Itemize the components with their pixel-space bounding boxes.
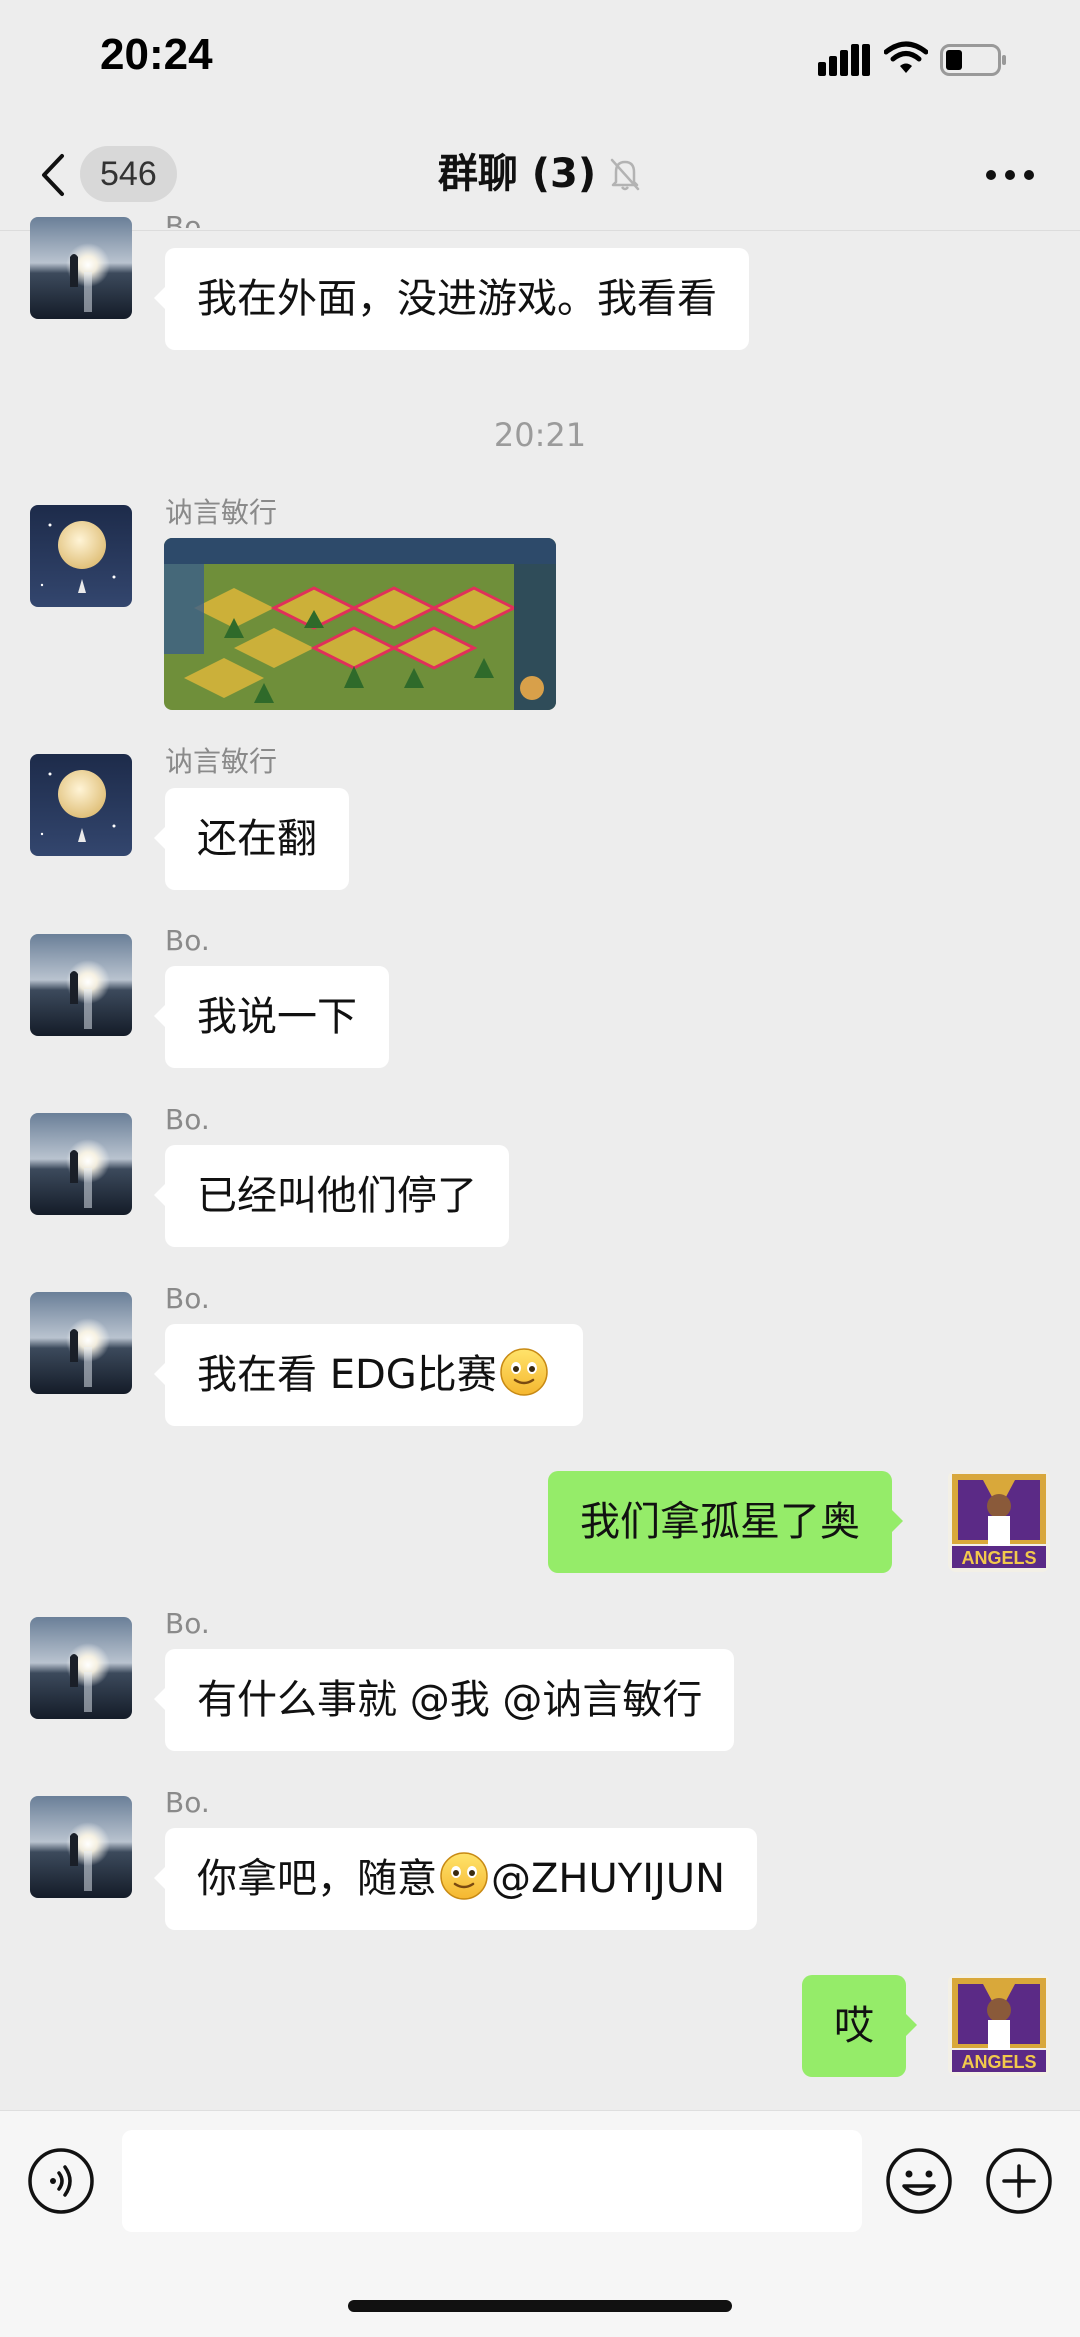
my-avatar-label: ANGELS [961,1548,1036,1568]
my-avatar[interactable]: ANGELS [948,1470,1050,1572]
message-text: 已经叫他们停了 [197,1173,477,1219]
message-text: 还在翻 [197,816,317,862]
wifi-icon [884,41,928,73]
bo-avatar[interactable] [30,1292,132,1394]
message-input[interactable] [122,2130,862,2232]
status-time: 20:24 [100,30,213,79]
voice-input-icon[interactable] [26,2146,96,2216]
my-message-bubble[interactable]: 哎 [802,1975,917,2077]
sender-name: Bo. [165,1786,210,1819]
message-text: 有什么事就 @我 @讷言敏行 [197,1677,703,1723]
chat-title-bar: 群聊 (3) [0,148,1080,200]
message-bubble[interactable]: 有什么事就 @我 @讷言敏行 [153,1649,735,1751]
muted-bell-icon [610,158,640,191]
battery-icon [940,44,1006,76]
sender-name: 讷言敏行 [165,745,278,778]
chat-title: 群聊 (3) [437,151,597,197]
my-avatar-label: ANGELS [961,2052,1036,2072]
bo-avatar[interactable] [30,217,132,319]
bo-avatar[interactable] [30,1796,132,1898]
neyanminxing-avatar[interactable] [30,505,132,607]
more-options-icon[interactable] [984,160,1036,190]
more-functions-plus-icon[interactable] [984,2146,1054,2216]
my-message-bubble[interactable]: 我们拿孤星了奥 [548,1471,903,1573]
slight-smile-emoji-icon [440,1852,488,1900]
message-text: 我说一下 [197,994,357,1040]
mention-text: @ZHUYIJUN [491,1856,725,1902]
sender-name: 讷言敏行 [165,496,278,529]
slight-smile-emoji-icon [500,1348,548,1396]
sender-name: Bo. [165,1282,210,1315]
home-indicator[interactable] [348,2300,732,2312]
sender-name: Bo. [165,210,210,228]
my-avatar[interactable]: ANGELS [948,1974,1050,2076]
sender-name: Bo. [165,1607,210,1640]
message-text: 你拿吧，随意 [197,1856,437,1902]
message-bubble[interactable]: 你拿吧，随意 @ZHUYIJUN [154,1828,757,1930]
message-bubble[interactable]: 我在看 EDG比赛 [154,1324,583,1426]
timestamp: 20:21 [493,416,587,454]
emoji-picker-icon[interactable] [884,2146,954,2216]
neyanminxing-avatar[interactable] [30,754,132,856]
bo-avatar[interactable] [30,1617,132,1719]
message-text: 我在看 EDG比赛 [197,1352,497,1398]
message-bubble[interactable]: 还在翻 [154,788,349,890]
message-bubble[interactable]: 我说一下 [154,966,389,1068]
message-bubble[interactable]: 已经叫他们停了 [154,1145,509,1247]
game-screenshot-image[interactable] [164,538,556,710]
sender-name: Bo. [165,1103,210,1136]
message-text: 我们拿孤星了奥 [580,1499,860,1545]
bo-avatar[interactable] [30,934,132,1036]
message-bubble[interactable]: 我在外面，没进游戏。我看看 [154,248,749,350]
sender-name: Bo. [165,924,210,957]
message-text: 哎 [834,2003,874,2049]
cellular-signal-icon [818,44,870,76]
bo-avatar[interactable] [30,1113,132,1215]
message-text: 我在外面，没进游戏。我看看 [197,276,717,322]
